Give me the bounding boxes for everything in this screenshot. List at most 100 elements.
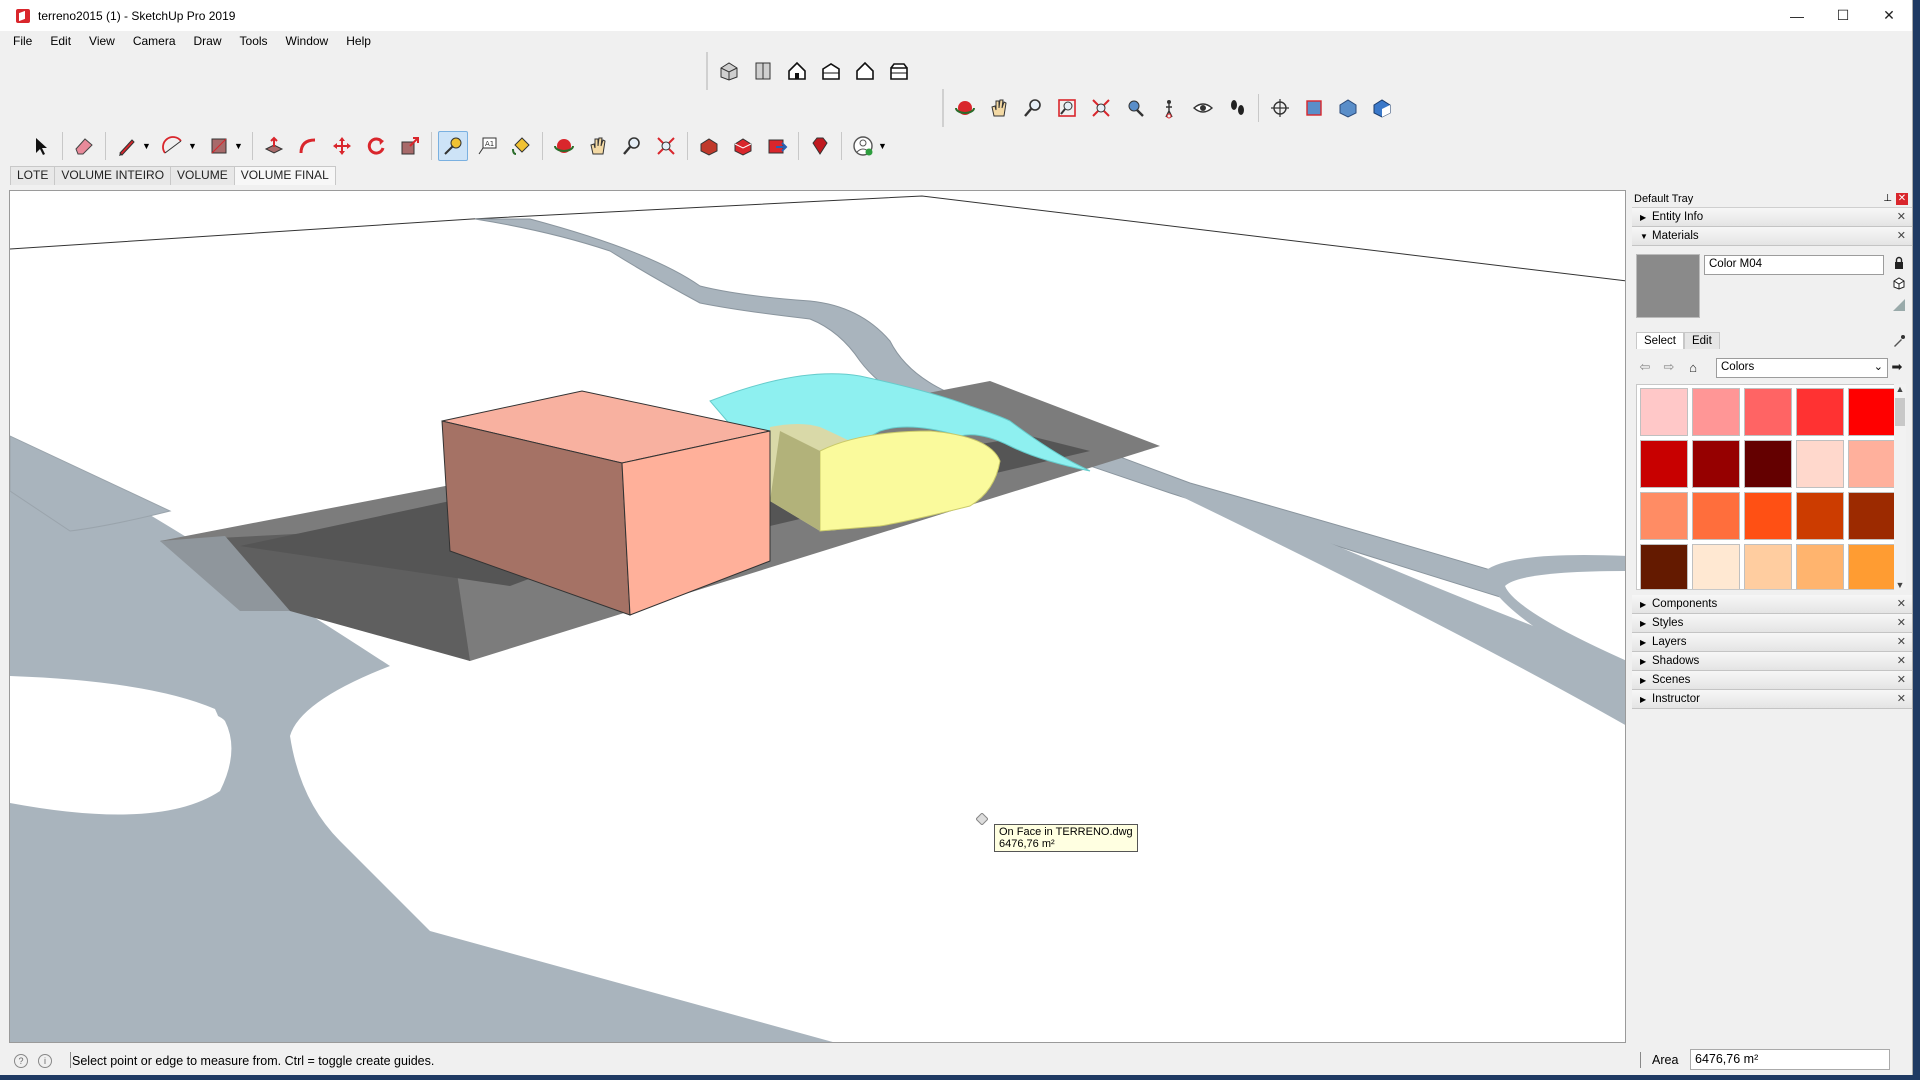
back-arrow-icon[interactable]: ⇦ (1636, 358, 1654, 376)
menu-edit[interactable]: Edit (47, 34, 74, 48)
menu-tools[interactable]: Tools (237, 34, 271, 48)
panel-entity-info[interactable]: ▶ Entity Info ✕ (1632, 208, 1912, 227)
color-swatch[interactable] (1640, 440, 1688, 488)
forward-arrow-icon[interactable]: ⇨ (1660, 358, 1678, 376)
zoom-tool-button[interactable] (617, 131, 647, 161)
color-swatch[interactable] (1848, 440, 1896, 488)
panel-close-icon[interactable]: ✕ (1897, 229, 1906, 242)
chevron-down-icon[interactable]: ▼ (878, 141, 888, 151)
eyedropper-icon[interactable] (1892, 334, 1906, 348)
chevron-down-icon[interactable]: ▼ (142, 141, 152, 151)
chevron-up-icon[interactable]: ▲ (1894, 384, 1906, 394)
zoom-extents-button[interactable] (1086, 93, 1116, 123)
panel-styles[interactable]: ▶ Styles ✕ (1632, 614, 1912, 633)
menu-camera[interactable]: Camera (130, 34, 179, 48)
current-material-swatch[interactable] (1636, 254, 1700, 318)
push-pull-button[interactable] (259, 131, 289, 161)
look-around-button[interactable] (1188, 93, 1218, 123)
chevron-down-icon[interactable]: ▼ (1894, 580, 1906, 590)
iso-view-button[interactable] (714, 56, 744, 86)
drawing-viewport[interactable]: On Face in TERRENO.dwg 6476,76 m² (9, 190, 1626, 1043)
panel-instructor[interactable]: ▶ Instructor ✕ (1632, 690, 1912, 709)
rectangle-button[interactable] (204, 131, 234, 161)
select-button[interactable] (26, 131, 56, 161)
swatch-scrollbar[interactable]: ▲ ▼ (1894, 384, 1906, 590)
panel-close-icon[interactable]: ✕ (1897, 210, 1906, 223)
minimize-button[interactable]: — (1774, 0, 1820, 31)
orbit-tool-button[interactable] (549, 131, 579, 161)
close-button[interactable]: ✕ (1866, 0, 1912, 31)
3d-warehouse-button[interactable] (694, 131, 724, 161)
geo-location-icon[interactable]: ? (14, 1053, 28, 1068)
scene-tab-lote[interactable]: LOTE (10, 166, 56, 185)
eraser-button[interactable] (69, 131, 99, 161)
model-canvas[interactable] (10, 191, 1626, 1043)
color-swatch[interactable] (1796, 440, 1844, 488)
section-plane-button[interactable] (1265, 93, 1295, 123)
color-swatch[interactable] (1640, 492, 1688, 540)
pan-tool-button[interactable] (583, 131, 613, 161)
details-arrow-icon[interactable]: ➡ (1888, 358, 1906, 376)
color-swatch[interactable] (1796, 388, 1844, 436)
tab-select[interactable]: Select (1636, 332, 1684, 349)
line-button[interactable] (112, 131, 142, 161)
arc-button[interactable] (158, 131, 188, 161)
panel-close-icon[interactable]: ✕ (1897, 597, 1906, 610)
panel-close-icon[interactable]: ✕ (1897, 692, 1906, 705)
scrollbar-thumb[interactable] (1895, 398, 1905, 426)
send-to-layout-button[interactable] (762, 131, 792, 161)
color-swatch[interactable] (1848, 544, 1896, 589)
color-swatch[interactable] (1692, 544, 1740, 589)
color-swatch[interactable] (1744, 388, 1792, 436)
info-icon[interactable]: i (38, 1053, 52, 1068)
right-view-button[interactable] (816, 56, 846, 86)
extension-manager-button[interactable] (805, 131, 835, 161)
panel-scenes[interactable]: ▶ Scenes ✕ (1632, 671, 1912, 690)
walk-button[interactable] (1222, 93, 1252, 123)
home-icon[interactable]: ⌂ (1684, 358, 1702, 376)
color-swatch[interactable] (1640, 544, 1688, 589)
rotate-button[interactable] (361, 131, 391, 161)
panel-components[interactable]: ▶ Components ✕ (1632, 595, 1912, 614)
pin-icon[interactable]: ⊥ (1883, 193, 1892, 204)
scene-tab-volume-inteiro[interactable]: VOLUME INTEIRO (54, 166, 172, 185)
previous-view-button[interactable] (1120, 93, 1150, 123)
tab-edit[interactable]: Edit (1683, 332, 1720, 349)
menu-draw[interactable]: Draw (191, 34, 225, 48)
measurements-box[interactable]: 6476,76 m² (1690, 1049, 1890, 1070)
zoom-extents-tool-button[interactable] (651, 131, 681, 161)
scene-tab-volume[interactable]: VOLUME (170, 166, 235, 185)
move-button[interactable] (327, 131, 357, 161)
color-swatch[interactable] (1848, 388, 1896, 436)
panel-close-icon[interactable]: ✕ (1897, 673, 1906, 686)
color-swatch[interactable] (1692, 388, 1740, 436)
display-section-planes-button[interactable] (1299, 93, 1329, 123)
text-button[interactable]: A1 (472, 131, 502, 161)
follow-me-button[interactable] (293, 131, 323, 161)
color-swatch[interactable] (1848, 492, 1896, 540)
scene-tab-volume-final[interactable]: VOLUME FINAL (233, 166, 336, 185)
panel-close-icon[interactable]: ✕ (1897, 635, 1906, 648)
color-swatch[interactable] (1692, 440, 1740, 488)
front-view-button[interactable] (782, 56, 812, 86)
tray-close-icon[interactable]: ✕ (1896, 193, 1908, 205)
display-section-fill-button[interactable] (1367, 93, 1397, 123)
color-swatch[interactable] (1744, 492, 1792, 540)
chevron-down-icon[interactable]: ▼ (234, 141, 244, 151)
orbit-button[interactable] (950, 93, 980, 123)
color-swatch[interactable] (1744, 440, 1792, 488)
panel-materials[interactable]: ▼ Materials ✕ (1632, 227, 1912, 246)
color-swatch[interactable] (1744, 544, 1792, 589)
top-view-button[interactable] (748, 56, 778, 86)
panel-close-icon[interactable]: ✕ (1897, 654, 1906, 667)
menu-view[interactable]: View (86, 34, 118, 48)
tape-measure-button[interactable] (438, 131, 468, 161)
menu-help[interactable]: Help (343, 34, 374, 48)
library-select[interactable]: Colors ⌄ (1716, 358, 1888, 378)
default-material-icon[interactable] (1892, 298, 1906, 312)
zoom-window-button[interactable] (1052, 93, 1082, 123)
lock-icon[interactable] (1892, 256, 1906, 270)
extension-warehouse-button[interactable] (728, 131, 758, 161)
color-swatch[interactable] (1796, 492, 1844, 540)
scale-button[interactable] (395, 131, 425, 161)
